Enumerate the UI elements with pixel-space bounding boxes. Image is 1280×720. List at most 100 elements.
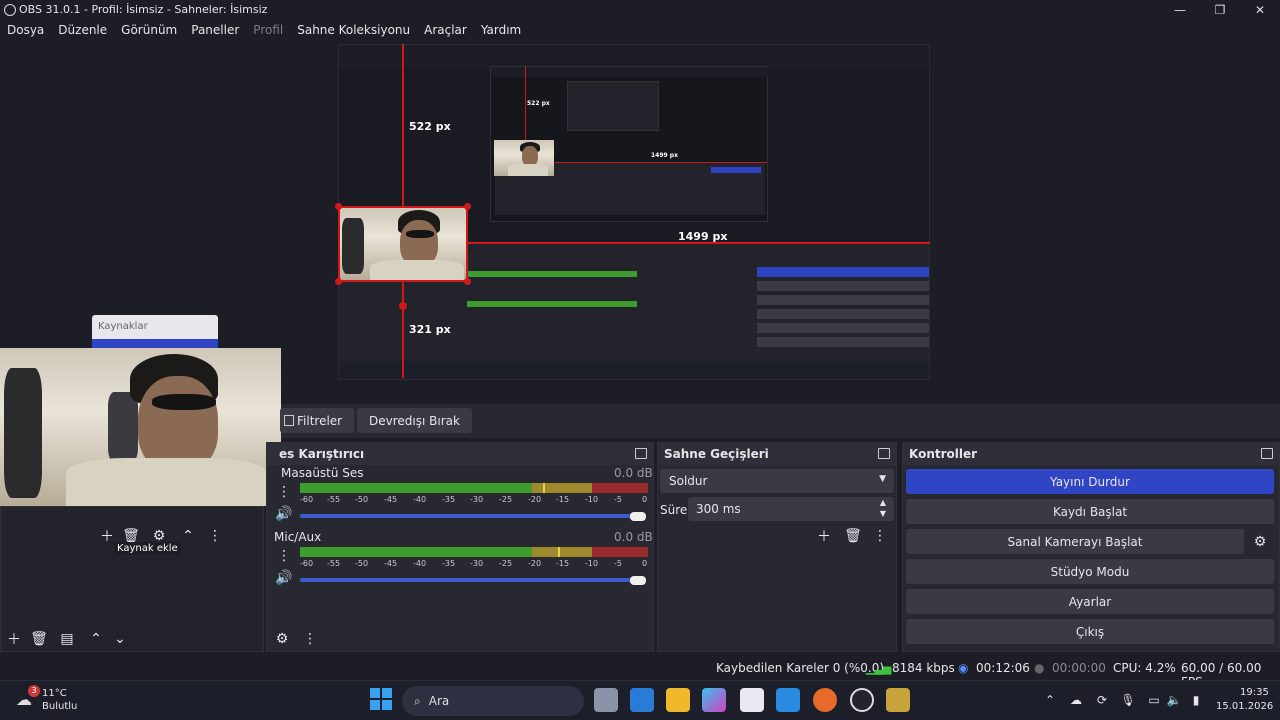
filter-icon[interactable]: ▤	[57, 629, 77, 649]
start-recording-button[interactable]: Kaydı Başlat	[906, 499, 1274, 524]
duration-input[interactable]: 300 ms ▲ ▼	[688, 497, 894, 521]
virtual-camera-gear-icon[interactable]: ⚙	[1250, 532, 1270, 552]
volume-slider[interactable]	[300, 514, 640, 518]
firefox-icon[interactable]	[813, 688, 837, 712]
copilot-icon[interactable]	[702, 688, 726, 712]
more-icon[interactable]: ⋮	[205, 526, 225, 546]
menu-file[interactable]: Dosya	[0, 23, 51, 37]
channel-name: Mic/Aux	[274, 530, 322, 544]
nested-button	[757, 323, 929, 333]
tray-sync-icon[interactable]: ⟳	[1092, 690, 1112, 710]
chevron-down-icon[interactable]: ⌄	[110, 629, 130, 649]
minimize-button[interactable]: —	[1160, 0, 1200, 19]
resize-handle-icon[interactable]	[399, 302, 407, 310]
sources-selected-item[interactable]	[92, 339, 218, 348]
menu-scene-collection[interactable]: Sahne Koleksiyonu	[290, 23, 417, 37]
volume-knob[interactable]	[630, 512, 646, 521]
stream-time: 00:12:06	[976, 661, 1030, 675]
app-taskbar-icon[interactable]	[886, 688, 910, 712]
nested-webcam	[494, 140, 554, 176]
duration-value: 300 ms	[696, 502, 741, 516]
menu-help[interactable]: Yardım	[474, 23, 528, 37]
stop-streaming-button[interactable]: Yayını Durdur	[906, 469, 1274, 494]
speaker-icon[interactable]: 🔊	[274, 504, 294, 524]
measure-right-label: 1499 px	[678, 230, 728, 243]
close-button[interactable]: ✕	[1240, 0, 1280, 19]
add-transition-icon[interactable]: ＋	[814, 526, 834, 546]
taskbar-search[interactable]: ⌕ Ara	[402, 686, 584, 716]
outlook-icon[interactable]	[630, 688, 654, 712]
transitions-title: Sahne Geçişleri	[664, 447, 769, 461]
windows-start-icon[interactable]	[370, 688, 394, 712]
audio-mixer-title: es Karıştırıcı	[279, 447, 365, 461]
undock-icon[interactable]	[878, 448, 890, 459]
nested-button	[757, 295, 929, 305]
nested-measure-line	[525, 66, 526, 140]
exit-button[interactable]: Çıkış	[906, 619, 1274, 644]
stepper-icon[interactable]: ▲ ▼	[880, 497, 886, 519]
channel-db: 0.0 dB	[614, 530, 653, 544]
measure-top-label: 522 px	[409, 120, 451, 133]
file-explorer-icon[interactable]	[666, 688, 690, 712]
volume-slider[interactable]	[300, 578, 640, 582]
nested-measure-label: 522 px	[527, 100, 550, 107]
more-icon[interactable]: ⋮	[274, 482, 294, 502]
resize-handle-icon[interactable]	[335, 203, 342, 210]
nested-button	[757, 309, 929, 319]
clock-date[interactable]: 15.01.2026	[1216, 701, 1273, 712]
channel-name: Masaüstü Ses	[281, 466, 364, 480]
chevron-up-icon[interactable]: ⌃	[178, 526, 198, 546]
recording-time: 00:00:00	[1052, 661, 1106, 675]
more-icon[interactable]: ⋮	[870, 526, 890, 546]
webcam-floating-source[interactable]	[0, 348, 281, 506]
add-scene-icon[interactable]: ＋	[4, 629, 24, 649]
menu-view[interactable]: Görünüm	[114, 23, 184, 37]
more-icon[interactable]: ⋮	[274, 546, 294, 566]
obs-logo-icon	[4, 3, 16, 16]
menu-docks[interactable]: Paneller	[184, 23, 246, 37]
more-icon[interactable]: ⋮	[300, 629, 320, 649]
selected-webcam-source[interactable]	[338, 206, 468, 282]
nested-measure-label: 1499 px	[651, 152, 678, 159]
maximize-button[interactable]: ❐	[1200, 0, 1240, 19]
controls-title: Kontroller	[909, 447, 978, 461]
filter-icon	[284, 415, 294, 426]
search-placeholder: Ara	[428, 694, 450, 708]
measure-bottom-label: 321 px	[409, 323, 451, 336]
trash-icon[interactable]: 🗑	[29, 629, 49, 649]
network-icon[interactable]: ▭	[1144, 690, 1164, 710]
start-virtual-camera-button[interactable]: Sanal Kamerayı Başlat	[906, 529, 1244, 554]
task-view-icon[interactable]	[594, 688, 618, 712]
undock-icon[interactable]	[635, 448, 647, 459]
nested-button	[757, 281, 929, 291]
transition-select[interactable]: Soldur ▼	[660, 469, 894, 493]
trash-icon[interactable]: 🗑	[843, 526, 863, 546]
speaker-icon[interactable]: 🔊	[274, 568, 294, 588]
weather-temp: 11°C	[42, 688, 67, 699]
battery-icon[interactable]: ▮	[1186, 690, 1206, 710]
weather-desc: Bulutlu	[42, 701, 78, 712]
volume-knob[interactable]	[630, 576, 646, 585]
filters-button[interactable]: Filtreler	[280, 408, 355, 433]
menu-edit[interactable]: Düzenle	[51, 23, 114, 37]
vscode-icon[interactable]	[776, 688, 800, 712]
title-bar: OBS 31.0.1 - Profil: İsimsiz - Sahneler:…	[0, 0, 1280, 19]
settings-button[interactable]: Ayarlar	[906, 589, 1274, 614]
streaming-icon: ◉	[958, 661, 969, 675]
undock-icon[interactable]	[1261, 448, 1273, 459]
chevron-up-icon[interactable]: ⌃	[86, 629, 106, 649]
obs-taskbar-icon[interactable]	[850, 688, 874, 712]
clock-time[interactable]: 19:35	[1240, 687, 1269, 698]
resize-handle-icon[interactable]	[335, 278, 342, 285]
resize-handle-icon[interactable]	[464, 278, 471, 285]
store-icon[interactable]	[740, 688, 764, 712]
menu-tools[interactable]: Araçlar	[417, 23, 474, 37]
studio-mode-button[interactable]: Stüdyo Modu	[906, 559, 1274, 584]
chevron-up-icon[interactable]: ⌃	[1040, 690, 1060, 710]
tray-cloud-icon[interactable]: ☁	[1066, 690, 1086, 710]
microphone-icon[interactable]: 🎙	[1118, 690, 1138, 710]
volume-icon[interactable]: 🔈	[1164, 690, 1184, 710]
advanced-audio-gear-icon[interactable]: ⚙	[272, 629, 292, 649]
deactivate-button[interactable]: Devredışı Bırak	[357, 408, 472, 433]
resize-handle-icon[interactable]	[464, 203, 471, 210]
